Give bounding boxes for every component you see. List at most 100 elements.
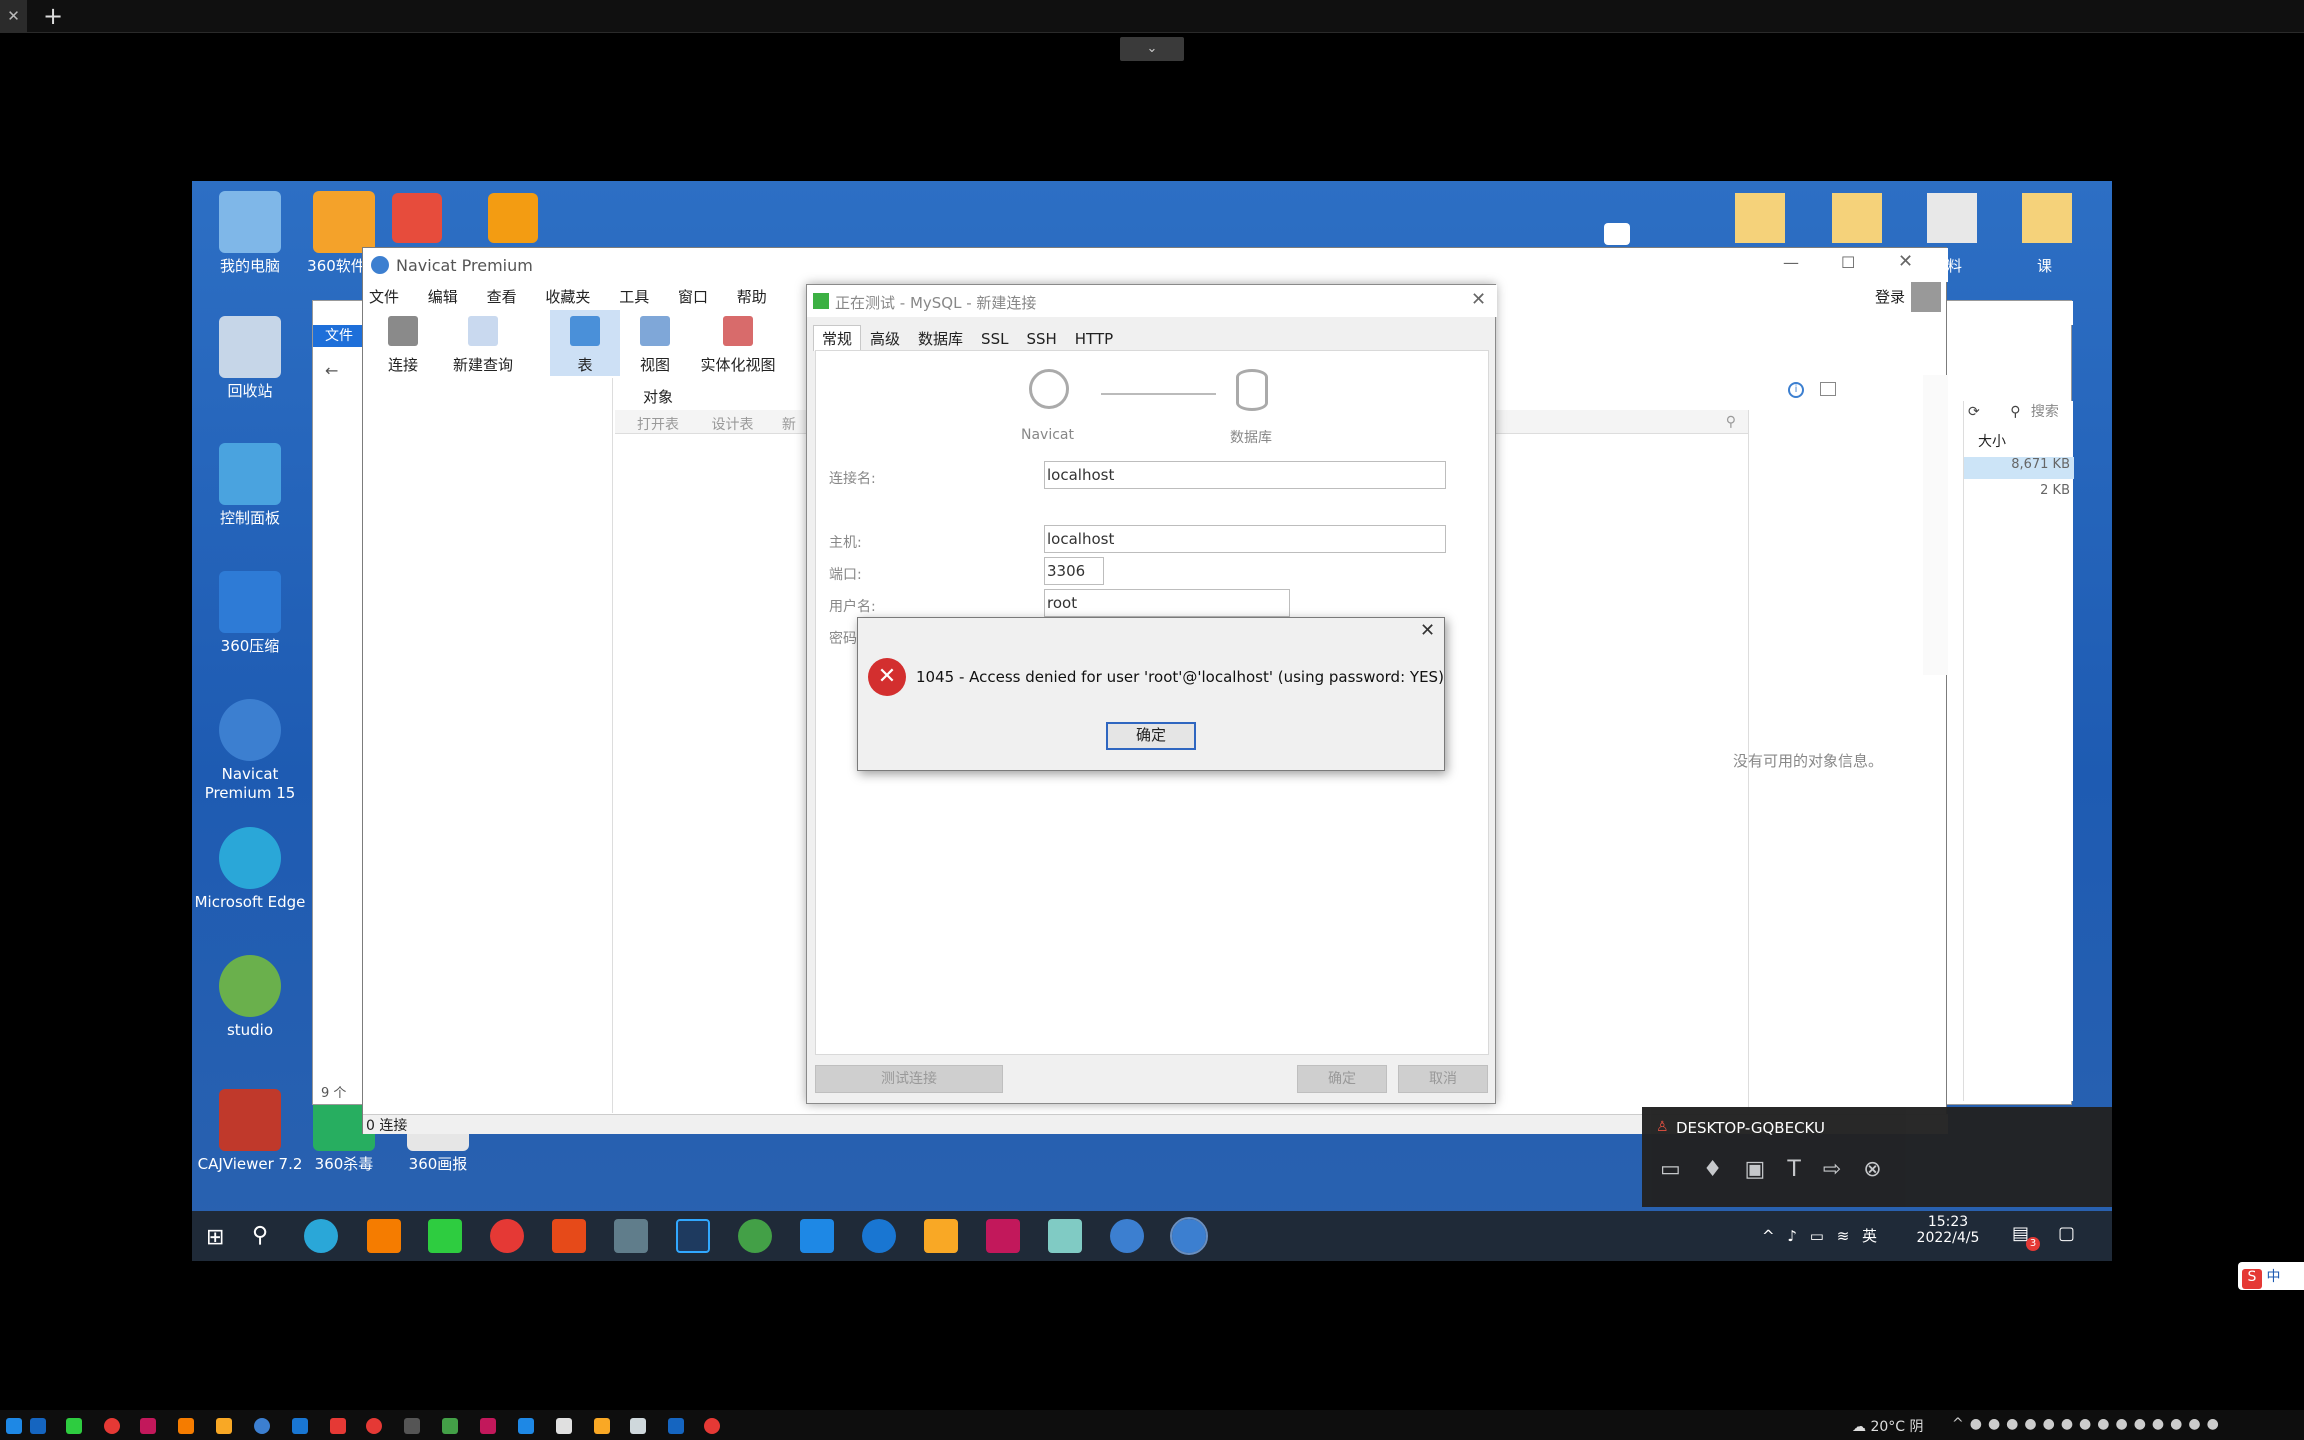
app-icon[interactable] (668, 1418, 684, 1434)
desktop-icon-recycle-bin[interactable]: 回收站 (194, 316, 306, 401)
error-ok-button[interactable]: 确定 (1106, 722, 1196, 750)
desktop-icon-edge[interactable]: Microsoft Edge (194, 827, 306, 912)
volume-muted-icon[interactable]: ♪ (1787, 1227, 1797, 1245)
tray-app-icon[interactable]: ● (2207, 1416, 2225, 1432)
tray-app-icon[interactable]: ● (2061, 1416, 2079, 1432)
weather[interactable]: ☁ 20°C 阴 (1852, 1416, 1924, 1436)
navicat-icon[interactable] (1110, 1219, 1144, 1253)
mi-icon[interactable] (367, 1219, 401, 1253)
design-table-button[interactable]: 设计表 (711, 417, 753, 433)
navicat-active-icon[interactable] (1170, 1217, 1208, 1255)
tray-app-icon[interactable]: ● (2188, 1416, 2206, 1432)
menu-tools[interactable]: 工具 (619, 286, 649, 307)
app-icon[interactable] (480, 1418, 496, 1434)
wifi-icon[interactable]: ≋ (1837, 1227, 1850, 1245)
search-icon[interactable]: ⚲ (252, 1223, 268, 1248)
desktop-icon-studio[interactable]: studio (194, 955, 306, 1040)
tools-icon[interactable] (614, 1219, 648, 1253)
tray-app-icon[interactable]: ● (2134, 1416, 2152, 1432)
materialized-view-button[interactable]: 实体化视图 (693, 310, 783, 376)
tray-app-icon[interactable]: ● (2043, 1416, 2061, 1432)
close-icon[interactable]: ✕ (1898, 251, 1913, 272)
explorer-search-input[interactable]: 搜索 (2031, 404, 2059, 420)
hbuilder-icon[interactable] (552, 1219, 586, 1253)
folder-icon[interactable] (2022, 193, 2072, 243)
chevron-down-icon[interactable]: ⌄ (1120, 37, 1184, 61)
start-icon[interactable] (6, 1418, 22, 1434)
file-explorer-icon[interactable] (924, 1219, 958, 1253)
app-icon[interactable] (404, 1418, 420, 1434)
chrome-icon[interactable] (490, 1219, 524, 1253)
file-size-cell[interactable]: 8,671 KB (1964, 457, 2074, 479)
app-icon[interactable] (518, 1418, 534, 1434)
file-transfer-icon[interactable]: ⇨ (1823, 1157, 1863, 1182)
navicat-icon[interactable] (254, 1418, 270, 1434)
cancel-button[interactable]: 取消 (1398, 1065, 1488, 1093)
minimize-icon[interactable]: — (1783, 253, 1799, 272)
tray-app-icon[interactable]: ● (1970, 1416, 1988, 1432)
ddl-icon[interactable] (1820, 382, 1836, 396)
ok-button[interactable]: 确定 (1297, 1065, 1387, 1093)
microphone-icon[interactable]: ♦ (1703, 1157, 1745, 1182)
menu-favorites[interactable]: 收藏夹 (545, 286, 590, 307)
host-input[interactable]: localhost (1044, 525, 1446, 553)
host-ime-badge[interactable]: S 中 (2238, 1262, 2304, 1290)
size-column-header[interactable]: 大小 (1978, 431, 2006, 451)
tray-app-icon[interactable]: ● (2115, 1416, 2133, 1432)
ime-indicator[interactable]: 英 (1862, 1227, 1877, 1245)
table-button[interactable]: 表 (550, 310, 620, 376)
tray-app-icon[interactable] (1604, 223, 1630, 245)
menu-window[interactable]: 窗口 (678, 286, 708, 307)
intellij-icon[interactable] (140, 1418, 156, 1434)
chevron-up-icon[interactable]: ^ (1952, 1416, 1970, 1432)
new-table-button[interactable]: 新 (782, 417, 796, 433)
chrome-icon[interactable] (104, 1418, 120, 1434)
tray-app-icon[interactable]: ● (2006, 1416, 2024, 1432)
port-input[interactable]: 3306 (1044, 557, 1104, 585)
open-table-button[interactable]: 打开表 (637, 417, 679, 433)
username-input[interactable]: root (1044, 589, 1290, 617)
file-size-cell[interactable]: 2 KB (1964, 483, 2074, 498)
screen-share-icon[interactable]: ▣ (1745, 1157, 1788, 1182)
info-icon[interactable]: i (1788, 382, 1804, 398)
connection-tree[interactable] (363, 378, 613, 1113)
tray-app-icon[interactable]: ● (1988, 1416, 2006, 1432)
battery-icon[interactable]: ▭ (1810, 1227, 1824, 1245)
connection-name-input[interactable]: localhost (1044, 461, 1446, 489)
tab-close-icon[interactable]: ✕ (0, 0, 27, 33)
windows-start-icon[interactable]: ⊞ (206, 1225, 224, 1250)
disconnect-icon[interactable]: ⊗ (1863, 1157, 1903, 1182)
test-connection-button[interactable]: 测试连接 (815, 1065, 1003, 1093)
menu-file[interactable]: 文件 (369, 286, 399, 307)
desktop-icon-360zip[interactable]: 360压缩 (194, 571, 306, 656)
app-icon[interactable] (330, 1418, 346, 1434)
connect-button[interactable]: 连接 (373, 310, 433, 376)
desktop-icon-control-panel[interactable]: 控制面板 (194, 443, 306, 528)
record-icon[interactable] (366, 1418, 382, 1434)
search-icon[interactable]: ⚲ (1726, 414, 1736, 430)
folder-icon[interactable] (1735, 193, 1785, 243)
photoshop-icon[interactable] (676, 1219, 710, 1253)
folder-icon[interactable] (1927, 193, 1977, 243)
app-icon[interactable] (594, 1418, 610, 1434)
text-icon[interactable]: T (1787, 1157, 1822, 1182)
folder-icon[interactable] (1832, 193, 1882, 243)
tray-app-icon[interactable]: ● (2079, 1416, 2097, 1432)
tray-app-icon[interactable]: ● (2097, 1416, 2115, 1432)
app-icon[interactable] (556, 1418, 572, 1434)
tab-http[interactable]: HTTP (1066, 327, 1122, 351)
avatar[interactable] (1911, 282, 1941, 312)
app-icon[interactable] (292, 1418, 308, 1434)
app-icon[interactable] (1048, 1219, 1082, 1253)
desktop-icon-navicat[interactable]: Navicat Premium 15 (194, 699, 306, 803)
file-explorer-icon[interactable] (216, 1418, 232, 1434)
edge-icon[interactable] (304, 1219, 338, 1253)
tray-app-icon[interactable]: ● (2170, 1416, 2188, 1432)
close-icon[interactable]: ✕ (1471, 289, 1486, 310)
menu-help[interactable]: 帮助 (737, 286, 767, 307)
tray-app-icon[interactable]: ● (2152, 1416, 2170, 1432)
tray-app-icon[interactable]: ● (2024, 1416, 2042, 1432)
app-icon[interactable] (178, 1418, 194, 1434)
app-icon[interactable] (30, 1418, 46, 1434)
maximize-icon[interactable]: ☐ (1841, 253, 1855, 272)
